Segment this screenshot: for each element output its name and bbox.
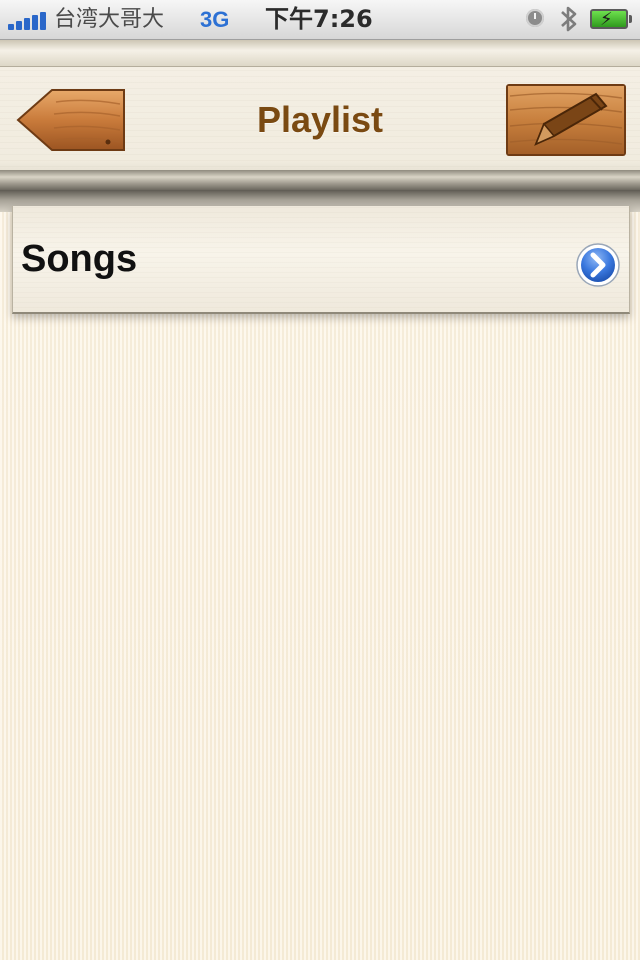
page-title: Playlist <box>256 99 384 140</box>
signal-strength-icon <box>8 10 48 30</box>
app-screen: 台湾大哥大 3G 下午7:26 ⚡ Playlist Songs <box>0 0 640 960</box>
status-time: 下午7:26 <box>265 5 373 33</box>
edit-button[interactable] <box>506 84 626 156</box>
navigation-bar: Playlist <box>0 40 640 190</box>
bluetooth-icon <box>561 6 577 32</box>
nav-top-molding <box>0 40 640 67</box>
list-item[interactable]: Songs <box>12 206 630 314</box>
status-bar: 台湾大哥大 3G 下午7:26 ⚡ <box>0 0 640 40</box>
back-button[interactable] <box>16 88 126 152</box>
chevron-right-circle-icon[interactable] <box>575 242 621 288</box>
battery-charging-icon: ⚡ <box>590 9 632 29</box>
carrier-name: 台湾大哥大 <box>54 7 165 32</box>
nav-bottom-molding <box>0 170 640 190</box>
list-item-label: Songs <box>21 238 138 280</box>
network-type: 3G <box>200 7 230 32</box>
alarm-clock-icon <box>526 9 544 27</box>
